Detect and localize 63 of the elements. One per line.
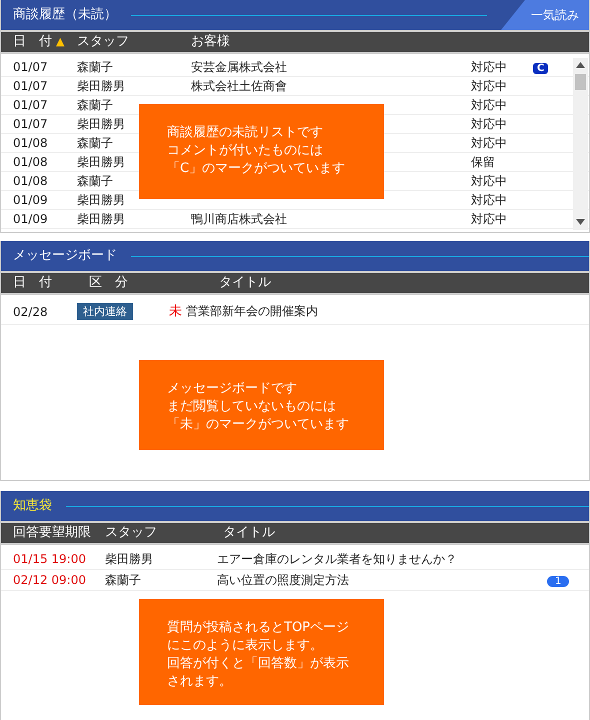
column-heading: 区 分	[89, 275, 128, 290]
scroll-down-icon[interactable]	[576, 218, 585, 227]
table-cell: 対応中	[471, 79, 507, 93]
column-heading: タイトル	[219, 275, 271, 290]
scrollbar-thumb[interactable]	[575, 74, 586, 90]
deadline-cell: 01/15 19:00	[13, 552, 86, 566]
column-heading: お客様	[191, 34, 230, 50]
table-cell: 柴田勝男	[77, 212, 125, 226]
table-cell: 対応中	[471, 98, 507, 112]
section-title: メッセージボード	[13, 247, 117, 266]
table-cell: 対応中	[471, 193, 507, 207]
question-title-link[interactable]: エアー倉庫のレンタル業者を知りませんか？	[217, 552, 457, 566]
table-cell: 柴田勝男	[77, 79, 125, 93]
table-cell: 柴田勝男	[105, 552, 153, 566]
section-title: 知恵袋	[13, 497, 52, 516]
column-heading: タイトル	[223, 525, 275, 540]
question-title-link[interactable]: 高い位置の照度測定方法	[217, 573, 349, 587]
column-heading: 日 付	[13, 275, 52, 290]
read-all-button[interactable]: 一気読み	[501, 0, 589, 30]
table-cell: 柴田勝男	[77, 117, 125, 131]
table-cell: 森蘭子	[77, 98, 113, 112]
table-cell: 森蘭子	[77, 174, 113, 188]
column-heading: スタッフ	[77, 34, 129, 50]
table-cell: 森蘭子	[105, 573, 141, 587]
table-cell: 01/07	[13, 117, 48, 131]
table-cell: 01/07	[13, 98, 48, 112]
table-cell: 柴田勝男	[77, 155, 125, 169]
column-heading: 日 付	[13, 34, 52, 50]
table-cell: 対応中	[471, 60, 507, 74]
scrollbar[interactable]	[573, 58, 588, 230]
callout-note: 商談履歴の未読リストです コメントが付いたものには 「C」のマークがついています	[139, 104, 384, 199]
table-cell: 01/07	[13, 79, 48, 93]
callout-note: メッセージボードです まだ閲覧していないものには 「未」のマークがついています	[139, 360, 384, 450]
table-cell: 01/09	[13, 193, 48, 207]
message-title-link[interactable]: 営業部新年会の開催案内	[186, 304, 318, 318]
column-heading: 回答要望期限	[13, 525, 91, 540]
section-title: 商談履歴（未読）	[13, 6, 117, 24]
table-cell: 01/08	[13, 174, 48, 188]
table-cell: 01/08	[13, 136, 48, 150]
table-cell: 安芸金属株式会社	[191, 60, 287, 74]
table-cell: 対応中	[471, 117, 507, 131]
unread-mark: 未	[169, 304, 182, 319]
table-cell: 01/09	[13, 212, 48, 226]
column-heading: スタッフ	[105, 525, 157, 540]
table-cell: 森蘭子	[77, 136, 113, 150]
table-cell: 02/28	[13, 304, 48, 318]
table-cell: 対応中	[471, 136, 507, 150]
table-cell: 01/08	[13, 155, 48, 169]
table-cell: 森蘭子	[77, 60, 113, 74]
table-cell: 株式会社土佐商會	[191, 79, 287, 93]
comment-badge: C	[533, 63, 548, 74]
sort-icon[interactable]: ▲	[56, 35, 64, 48]
table-cell: 対応中	[471, 174, 507, 188]
deadline-cell: 02/12 09:00	[13, 573, 86, 587]
answer-count-badge: 1	[547, 576, 570, 587]
scroll-up-icon[interactable]	[576, 61, 585, 70]
category-tag: 社内連絡	[77, 303, 133, 320]
table-cell: 対応中	[471, 212, 507, 226]
table-cell: 保留	[471, 155, 495, 169]
table-cell: 01/07	[13, 60, 48, 74]
table-cell: 柴田勝男	[77, 193, 125, 207]
table-cell: 鴨川商店株式会社	[191, 212, 287, 226]
callout-note: 質問が投稿されるとTOPページ にこのように表示します。 回答が付くと「回答数」が表示 されます。	[139, 599, 384, 705]
